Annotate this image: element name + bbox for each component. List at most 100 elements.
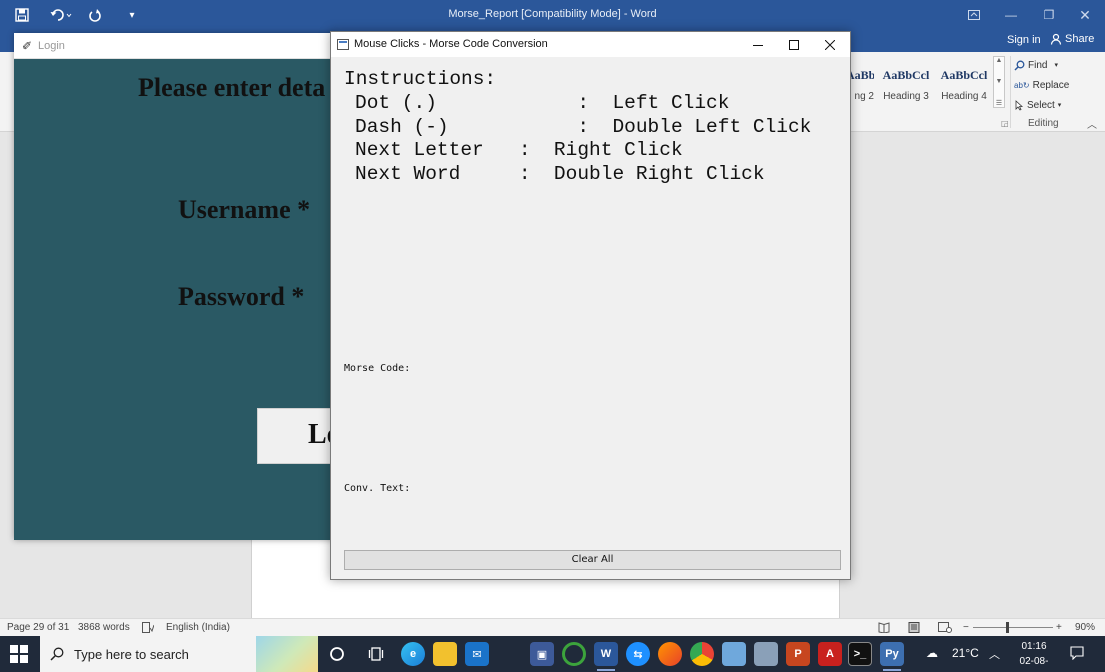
- windows-start-icon[interactable]: [10, 645, 28, 663]
- select-button[interactable]: Select ▾: [1014, 95, 1076, 115]
- username-label: Username *: [178, 195, 311, 224]
- instruction-dot: Dot (.) : Left Click: [355, 92, 730, 114]
- replace-label: Replace: [1032, 79, 1070, 91]
- person-icon: [1050, 33, 1062, 45]
- zoom-in-icon[interactable]: +: [1056, 622, 1062, 633]
- search-icon: [50, 647, 64, 661]
- login-titlebar: ✐ Login: [14, 33, 336, 59]
- style-sample: AaBbCcl: [940, 68, 988, 82]
- word-titlebar: ▾ Morse_Report [Compatibility Mode] - Wo…: [0, 0, 1105, 30]
- chevron-down-icon: ▾: [1054, 62, 1058, 69]
- feather-icon: ✐: [22, 39, 33, 53]
- chrome-icon[interactable]: [690, 642, 714, 666]
- login-heading: Please enter deta: [138, 73, 326, 102]
- word-count[interactable]: 3868 words: [78, 622, 130, 633]
- instruction-dash: Dash (-) : Double Left Click: [355, 116, 812, 138]
- share-label: Share: [1065, 33, 1095, 45]
- find-button[interactable]: Find ▾: [1014, 55, 1076, 75]
- proofing-icon[interactable]: [142, 622, 155, 636]
- editing-group: Find ▾ ab↻ Replace Select ▾: [1014, 55, 1076, 115]
- zoom-slider-thumb[interactable]: [1006, 622, 1009, 633]
- search-icon: [1014, 60, 1025, 71]
- edge-icon[interactable]: e: [401, 642, 425, 666]
- chevron-down-icon: ▾: [1057, 102, 1062, 109]
- cortana-icon[interactable]: [325, 642, 349, 666]
- acrobat-icon[interactable]: A: [818, 642, 842, 666]
- zoom-out-icon[interactable]: −: [963, 622, 969, 633]
- clear-all-button[interactable]: Clear All: [344, 550, 841, 570]
- clock-time: 01:16: [1021, 641, 1047, 652]
- minimize-icon[interactable]: —: [996, 4, 1026, 26]
- word-app-icon[interactable]: W: [594, 642, 618, 666]
- word-window-title: Morse_Report [Compatibility Mode] - Word: [448, 8, 657, 20]
- word-active-indicator: [597, 669, 615, 671]
- terminal-icon[interactable]: >_: [848, 642, 872, 666]
- maximize-icon[interactable]: [776, 32, 812, 57]
- collapse-ribbon-icon[interactable]: ︿: [1087, 116, 1097, 131]
- morse-window: Mouse Clicks - Morse Code Conversion Ins…: [330, 31, 851, 580]
- zoom-slider[interactable]: [973, 627, 1053, 628]
- taskbar: Type here to search e ✉ ▣ W ⇆ P A >_ Py …: [0, 636, 1105, 672]
- style-name: Heading 4: [941, 91, 987, 102]
- paint-icon[interactable]: [754, 642, 778, 666]
- firefox-icon[interactable]: [658, 642, 682, 666]
- password-label: Password *: [178, 282, 305, 311]
- replace-icon: ab↻: [1014, 80, 1030, 90]
- replace-button[interactable]: ab↻ Replace: [1014, 75, 1076, 95]
- styles-gallery-scroll[interactable]: ▲ ▼ ☰: [993, 56, 1005, 108]
- instructions-heading: Instructions:: [344, 68, 497, 90]
- web-layout-icon[interactable]: [938, 622, 952, 636]
- mail-icon[interactable]: ✉: [465, 642, 489, 666]
- close-icon[interactable]: [812, 32, 848, 57]
- search-placeholder: Type here to search: [74, 646, 189, 662]
- teamviewer-icon[interactable]: ⇆: [626, 642, 650, 666]
- zoom-level[interactable]: 90%: [1075, 622, 1095, 633]
- morse-code-label: Morse Code:: [344, 363, 411, 374]
- temperature[interactable]: 21°C: [952, 646, 979, 660]
- minimize-icon[interactable]: [740, 32, 776, 57]
- ribbon-display-icon[interactable]: [959, 4, 989, 26]
- style-sample: AaBbCcl: [882, 68, 930, 82]
- taskbar-search[interactable]: Type here to search: [40, 636, 256, 672]
- login-window-title: Login: [38, 40, 65, 52]
- search-highlight-art[interactable]: [256, 636, 318, 672]
- close-icon[interactable]: ✕: [1070, 4, 1100, 26]
- tray-overflow-icon[interactable]: ︿: [989, 646, 1000, 662]
- select-label: Select: [1027, 99, 1055, 111]
- instruction-next-word: Next Word : Double Right Click: [355, 163, 765, 185]
- cursor-icon: [1015, 99, 1024, 111]
- page-count[interactable]: Page 29 of 31: [7, 622, 69, 633]
- language-indicator[interactable]: English (India): [166, 622, 230, 633]
- find-label: Find: [1028, 59, 1048, 71]
- more-icon[interactable]: ☰: [996, 99, 1002, 107]
- style-name: Heading 3: [883, 91, 929, 102]
- style-heading-4[interactable]: AaBbCcl Heading 4: [936, 58, 992, 108]
- python-icon[interactable]: Py: [880, 642, 904, 666]
- chevron-down-icon[interactable]: ▼: [996, 78, 1003, 85]
- file-explorer-icon[interactable]: [433, 642, 457, 666]
- login-window: ✐ Login Please enter deta Username * Pas…: [14, 33, 347, 540]
- instruction-next-letter: Next Letter : Right Click: [355, 139, 683, 161]
- restore-icon[interactable]: ❐: [1034, 4, 1064, 26]
- app-icon: [337, 39, 349, 50]
- share-button[interactable]: Share: [1050, 33, 1094, 45]
- sync-icon[interactable]: [562, 642, 586, 666]
- conv-text-label: Conv. Text:: [344, 483, 411, 494]
- notifications-icon[interactable]: [1070, 646, 1084, 663]
- morse-window-title: Mouse Clicks - Morse Code Conversion: [354, 38, 548, 50]
- dialog-launcher-icon[interactable]: ◲: [1001, 119, 1009, 128]
- read-mode-icon[interactable]: [878, 622, 890, 636]
- status-bar: Page 29 of 31 3868 words English (India)…: [0, 618, 1105, 636]
- task-view-icon[interactable]: [364, 642, 388, 666]
- morse-titlebar: Mouse Clicks - Morse Code Conversion: [331, 32, 850, 57]
- style-heading-3[interactable]: AaBbCcl Heading 3: [878, 58, 934, 108]
- clock-date: 02-08-2022: [1019, 656, 1049, 672]
- notepad-icon[interactable]: [722, 642, 746, 666]
- sign-in-link[interactable]: Sign in: [1007, 34, 1041, 46]
- print-layout-icon[interactable]: [908, 622, 920, 636]
- weather-icon[interactable]: ☁: [926, 646, 938, 660]
- chevron-up-icon[interactable]: ▲: [996, 57, 1003, 64]
- clock[interactable]: 01:16 02-08-2022: [1010, 639, 1058, 672]
- store-icon[interactable]: ▣: [530, 642, 554, 666]
- powerpoint-icon[interactable]: P: [786, 642, 810, 666]
